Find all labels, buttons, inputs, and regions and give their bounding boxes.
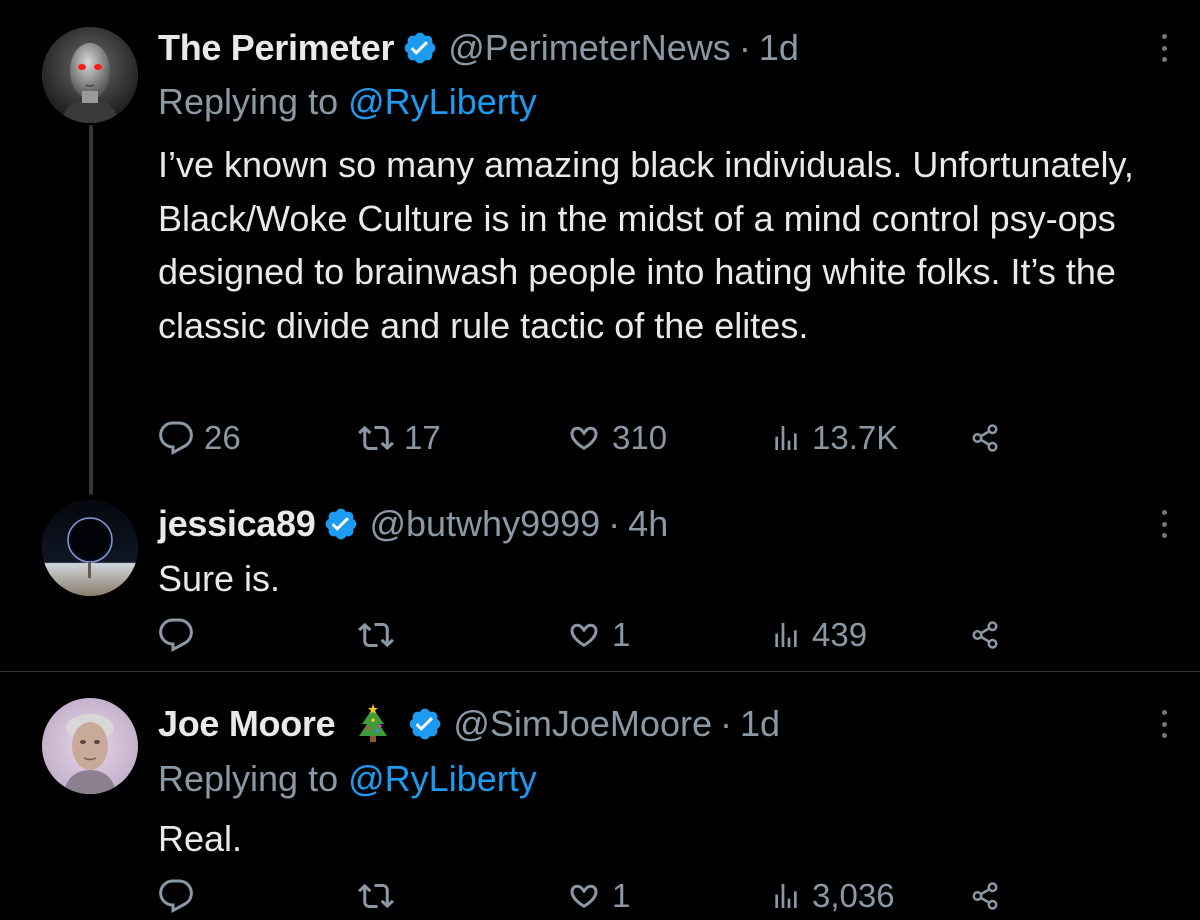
verified-badge-icon bbox=[323, 506, 359, 542]
share-button[interactable] bbox=[970, 872, 1000, 920]
replying-to-mention[interactable]: @RyLiberty bbox=[348, 81, 537, 122]
more-options-icon[interactable] bbox=[1156, 710, 1172, 738]
replying-to-label: Replying to bbox=[158, 81, 339, 122]
like-button[interactable]: 1 bbox=[566, 611, 630, 659]
views-icon bbox=[775, 884, 797, 908]
tweet-header: The Perimeter @PerimeterNews · 1d bbox=[158, 24, 799, 72]
avatar-jessica89[interactable] bbox=[42, 500, 138, 596]
share-button[interactable] bbox=[970, 414, 1000, 462]
action-bar: 1 439 bbox=[158, 611, 1018, 659]
separator-dot: · bbox=[719, 703, 732, 744]
more-options-icon[interactable] bbox=[1156, 34, 1172, 62]
tweet-text: I’ve known so many amazing black individ… bbox=[158, 144, 1134, 346]
reply-button[interactable] bbox=[158, 872, 204, 920]
avatar-image bbox=[42, 500, 138, 596]
share-icon bbox=[972, 621, 998, 649]
handle[interactable]: @SimJoeMoore bbox=[453, 700, 712, 748]
handle[interactable]: @PerimeterNews bbox=[448, 24, 731, 72]
retweet-icon bbox=[358, 883, 394, 909]
view-count: 13.7K bbox=[812, 419, 899, 456]
reply-icon bbox=[159, 618, 193, 653]
view-count: 439 bbox=[812, 616, 868, 653]
separator-dot: · bbox=[608, 503, 621, 544]
tweet-header: Joe Moore @SimJoeMoore · 1d bbox=[158, 700, 780, 748]
avatar-joe-moore[interactable] bbox=[42, 698, 138, 794]
view-count: 3,036 bbox=[812, 877, 895, 914]
like-button[interactable]: 310 bbox=[566, 414, 667, 462]
replying-to-mention[interactable]: @RyLiberty bbox=[348, 758, 537, 799]
views-button[interactable]: 3,036 bbox=[770, 872, 895, 920]
replying-to-label: Replying to bbox=[158, 758, 339, 799]
verified-badge-icon bbox=[407, 706, 443, 742]
views-icon bbox=[775, 426, 797, 450]
avatar-image bbox=[42, 698, 138, 794]
like-button[interactable]: 1 bbox=[566, 872, 630, 920]
tweet-jessica89[interactable]: jessica89 @butwhy9999 · 4h Sure is. 1 43… bbox=[0, 500, 1200, 672]
timestamp[interactable]: 1d bbox=[759, 24, 799, 72]
retweet-button[interactable] bbox=[358, 611, 404, 659]
retweet-icon bbox=[358, 425, 394, 451]
handle[interactable]: @butwhy9999 bbox=[369, 500, 600, 548]
views-icon bbox=[775, 623, 797, 647]
thread-connector-line bbox=[89, 125, 93, 495]
reply-icon bbox=[159, 421, 193, 456]
replying-to: Replying to @RyLiberty bbox=[158, 78, 537, 126]
like-count: 1 bbox=[612, 877, 631, 914]
display-name[interactable]: jessica89 bbox=[158, 500, 316, 548]
christmas-tree-emoji-icon bbox=[353, 704, 393, 744]
like-count: 310 bbox=[612, 419, 668, 456]
timestamp[interactable]: 1d bbox=[740, 700, 780, 748]
display-name[interactable]: Joe Moore bbox=[158, 700, 336, 748]
tweet-text: Real. bbox=[158, 818, 243, 859]
more-options-icon[interactable] bbox=[1156, 510, 1172, 538]
share-icon bbox=[972, 424, 998, 452]
reply-count: 26 bbox=[204, 419, 241, 456]
reply-button[interactable]: 26 bbox=[158, 414, 241, 462]
like-count: 1 bbox=[612, 616, 631, 653]
replying-to: Replying to @RyLiberty bbox=[158, 755, 537, 803]
display-name[interactable]: The Perimeter bbox=[158, 24, 395, 72]
views-button[interactable]: 439 bbox=[770, 611, 867, 659]
verified-badge-icon bbox=[402, 30, 438, 66]
avatar-image bbox=[42, 27, 138, 123]
retweet-button[interactable] bbox=[358, 872, 404, 920]
reply-icon bbox=[159, 879, 193, 914]
retweet-button[interactable]: 17 bbox=[358, 414, 441, 462]
retweet-icon bbox=[358, 622, 394, 648]
heart-icon bbox=[570, 426, 598, 451]
tweet-the-perimeter[interactable]: The Perimeter @PerimeterNews · 1d Replyi… bbox=[0, 0, 1200, 500]
views-button[interactable]: 13.7K bbox=[770, 414, 898, 462]
reply-button[interactable] bbox=[158, 611, 204, 659]
retweet-count: 17 bbox=[404, 419, 441, 456]
tweet-header: jessica89 @butwhy9999 · 4h bbox=[158, 500, 668, 548]
action-bar: 26 17 310 13.7K bbox=[158, 414, 1018, 462]
avatar-the-perimeter[interactable] bbox=[42, 27, 138, 123]
heart-icon bbox=[570, 884, 598, 909]
heart-icon bbox=[570, 623, 598, 648]
tweet-joe-moore[interactable]: Joe Moore @SimJoeMoore · 1d Replying to … bbox=[0, 672, 1200, 920]
separator-dot: · bbox=[738, 27, 751, 68]
tweet-text: Sure is. bbox=[158, 558, 281, 599]
share-icon bbox=[972, 882, 998, 910]
timestamp[interactable]: 4h bbox=[628, 500, 668, 548]
action-bar: 1 3,036 bbox=[158, 872, 1018, 920]
share-button[interactable] bbox=[970, 611, 1000, 659]
